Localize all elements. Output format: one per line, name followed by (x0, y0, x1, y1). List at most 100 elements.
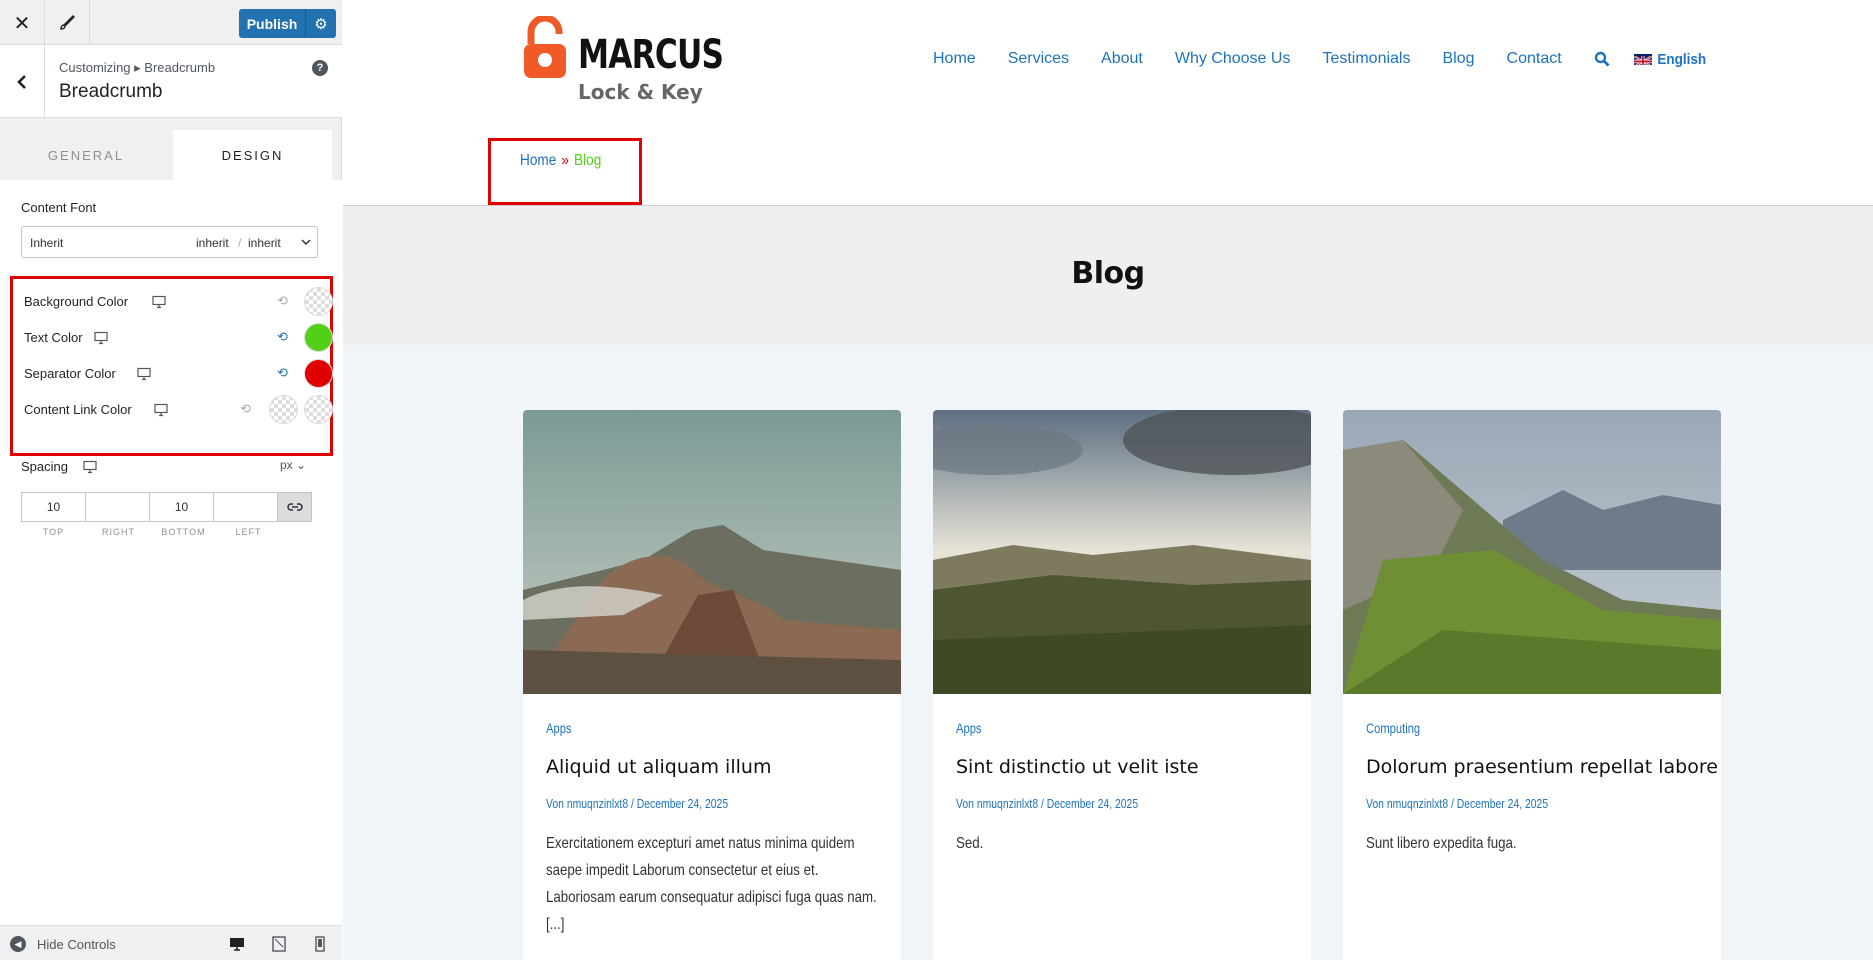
tab-design[interactable]: DESIGN (173, 130, 332, 180)
hide-controls-label: Hide Controls (37, 936, 116, 952)
gear-icon: ⚙ (314, 14, 328, 33)
customize-styles-button[interactable] (45, 0, 90, 45)
publish-group: Publish ⚙ (239, 9, 336, 38)
help-icon[interactable]: ? (312, 60, 328, 76)
desktop-preview-icon[interactable] (229, 936, 245, 952)
text-color-label: Text Color (24, 330, 83, 345)
breadcrumb-separator: » (561, 152, 569, 169)
brush-icon (60, 14, 75, 30)
publish-settings-button[interactable]: ⚙ (305, 9, 336, 38)
post-title[interactable]: Sint distinctio ut velit iste (956, 756, 1199, 778)
post-card: Apps Aliquid ut aliquam illum Von nmuqnz… (523, 410, 901, 960)
spacing-right-label: RIGHT (102, 527, 135, 537)
spacing-top-label: TOP (42, 527, 65, 537)
content-link-color-swatch[interactable] (269, 395, 298, 424)
nav-why-choose-us[interactable]: Why Choose Us (1175, 50, 1291, 68)
reset-icon[interactable]: ⟲ (277, 330, 288, 345)
spacing-left-label: LEFT (235, 527, 262, 537)
padlock-icon (524, 16, 566, 78)
reset-icon[interactable]: ⟲ (240, 402, 251, 417)
text-color-row: Text Color ⟲ (24, 323, 333, 353)
section-title: Breadcrumb (59, 81, 163, 102)
font-style-value: inherit (248, 236, 281, 250)
post-category[interactable]: Computing (1366, 720, 1420, 736)
customizer-footer: ◀ Hide Controls (0, 925, 342, 960)
link-values-button[interactable] (277, 492, 312, 522)
breadcrumb-home-link[interactable]: Home (520, 152, 556, 169)
tab-bar: GENERAL DESIGN (0, 130, 342, 180)
spacing-label: Spacing (21, 459, 68, 474)
post-excerpt: Sed. (956, 835, 984, 852)
monitor-icon[interactable] (152, 295, 166, 309)
close-customizer-button[interactable]: ✕ (0, 0, 45, 45)
nav-testimonials[interactable]: Testimonials (1322, 50, 1410, 68)
monitor-icon[interactable] (94, 331, 108, 345)
publish-button[interactable]: Publish (239, 9, 305, 38)
separator-color-row: Separator Color ⟲ (24, 359, 333, 389)
post-excerpt: Exercitationem excepturi amet natus mini… (546, 835, 877, 933)
post-category[interactable]: Apps (546, 720, 572, 736)
post-title[interactable]: Dolorum praesentium repellat labore (1366, 756, 1718, 778)
spacing-top-input[interactable]: 10 (21, 492, 86, 522)
section-header: Customizing ▸ Breadcrumb Breadcrumb ? (0, 45, 342, 118)
background-color-label: Background Color (24, 294, 129, 309)
font-divider: / (238, 236, 242, 250)
back-button[interactable] (0, 45, 45, 118)
separator-color-label: Separator Color (24, 366, 116, 381)
spacing-left-input[interactable] (213, 492, 278, 522)
content-link-hover-color-swatch[interactable] (304, 395, 333, 424)
content-font-label: Content Font (21, 200, 97, 215)
close-icon: ✕ (13, 10, 31, 35)
content-font-select[interactable]: Inherit inherit / inherit (21, 226, 318, 258)
font-weight-value: inherit (196, 236, 229, 250)
color-settings-highlight: Background Color ⟲ Text Color ⟲ Separato… (10, 276, 333, 456)
logo-tagline: Lock & Key (578, 80, 703, 104)
main-nav: Home Services About Why Choose Us Testim… (933, 50, 1714, 68)
hide-controls-button[interactable]: ◀ Hide Controls (10, 936, 116, 952)
nav-home[interactable]: Home (933, 50, 976, 68)
spacing-bottom-input[interactable]: 10 (149, 492, 214, 522)
monitor-icon[interactable] (154, 403, 168, 417)
customizer-breadcrumb: Customizing ▸ Breadcrumb (59, 60, 216, 75)
post-card: Computing Dolorum praesentium repellat l… (1343, 410, 1721, 960)
content-link-color-row: Content Link Color ⟲ (24, 395, 333, 425)
link-icon (286, 503, 303, 511)
page-hero: Blog (343, 206, 1873, 345)
search-button[interactable] (1594, 51, 1610, 67)
design-panel: Content Font Inherit inherit / inherit B… (0, 180, 342, 925)
background-color-swatch[interactable] (304, 287, 333, 316)
post-card: Apps Sint distinctio ut velit iste Von n… (933, 410, 1311, 960)
post-meta[interactable]: Von nmuqnzinlxt8 / December 24, 2025 (956, 796, 1138, 811)
monitor-icon[interactable] (83, 460, 97, 474)
logo-name: MARCUS (578, 32, 724, 78)
post-image-volcano[interactable] (523, 410, 901, 694)
reset-icon[interactable]: ⟲ (277, 366, 288, 381)
post-title[interactable]: Aliquid ut aliquam illum (546, 756, 771, 778)
post-meta[interactable]: Von nmuqnzinlxt8 / December 24, 2025 (1366, 796, 1548, 811)
nav-contact[interactable]: Contact (1507, 50, 1562, 68)
monitor-icon[interactable] (137, 367, 151, 381)
text-color-swatch[interactable] (304, 323, 333, 352)
spacing-unit-value: px (280, 458, 293, 472)
mobile-preview-icon[interactable] (312, 936, 328, 952)
post-image-mountains[interactable] (1343, 410, 1721, 694)
post-category[interactable]: Apps (956, 720, 982, 736)
chevron-down-icon: ⌄ (296, 458, 307, 472)
tab-general[interactable]: GENERAL (0, 130, 172, 180)
post-excerpt: Sunt libero expedita fuga. (1366, 835, 1517, 852)
customizer-sidebar: ✕ Publish ⚙ Customizing ▸ Breadcrumb Bre… (0, 0, 342, 960)
spacing-unit-select[interactable]: px ⌄ (280, 458, 306, 472)
breadcrumb-highlight (488, 138, 642, 205)
spacing-right-input[interactable] (85, 492, 150, 522)
tablet-preview-icon[interactable] (271, 936, 287, 952)
font-family-value: Inherit (30, 236, 64, 250)
nav-about[interactable]: About (1101, 50, 1143, 68)
language-switcher[interactable]: English (1633, 51, 1706, 68)
content-link-color-label: Content Link Color (24, 402, 132, 417)
separator-color-swatch[interactable] (304, 359, 333, 388)
post-image-valley[interactable] (933, 410, 1311, 694)
reset-icon[interactable]: ⟲ (277, 294, 288, 309)
nav-services[interactable]: Services (1008, 50, 1069, 68)
post-meta[interactable]: Von nmuqnzinlxt8 / December 24, 2025 (546, 796, 728, 811)
nav-blog[interactable]: Blog (1442, 50, 1474, 68)
